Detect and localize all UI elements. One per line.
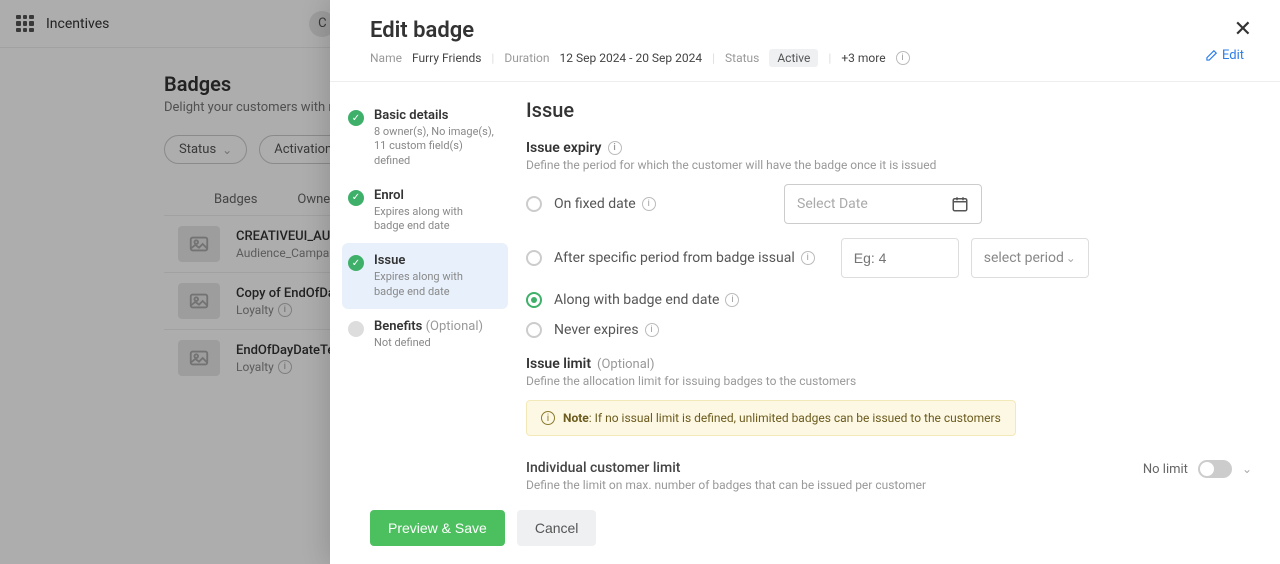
check-icon [348,110,364,126]
radio-never-expires[interactable]: Never expiresi [526,322,1252,338]
panel-header: Edit badge Name Furry Friends | Duration… [330,0,1280,82]
meta-duration-value: 12 Sep 2024 - 20 Sep 2024 [560,51,703,65]
individual-limit-desc: Define the limit on max. number of badge… [526,478,926,492]
step-enrol[interactable]: EnrolExpires along with badge end date [342,178,508,244]
check-icon [348,255,364,271]
meta-row: Name Furry Friends | Duration 12 Sep 202… [370,49,1240,67]
note-box: i Note: If no issual limit is defined, u… [526,400,1016,436]
individual-limit-toggle[interactable] [1198,460,1232,478]
edit-link[interactable]: Edit [1204,48,1244,63]
meta-duration-label: Duration [504,51,549,65]
info-icon[interactable]: i [608,141,622,155]
meta-name-label: Name [370,51,402,65]
info-icon[interactable]: i [645,323,659,337]
radio-input[interactable] [526,292,542,308]
step-issue[interactable]: IssueExpires along with badge end date [342,243,508,309]
step-benefits[interactable]: Benefits (Optional)Not defined [342,309,508,360]
period-number-input[interactable] [841,238,959,278]
radio-input[interactable] [526,250,542,266]
calendar-icon [951,195,969,213]
info-icon[interactable]: i [725,293,739,307]
step-basic-details[interactable]: Basic details8 owner(s), No image(s), 11… [342,98,508,178]
section-heading: Issue [526,98,1252,122]
info-icon[interactable]: i [642,197,656,211]
period-unit-select[interactable]: select period⌄ [971,238,1089,278]
radio-after-period[interactable]: After specific period from badge issuali… [526,238,1252,278]
status-badge: Active [769,49,818,67]
meta-status-label: Status [725,51,759,65]
main-form: Issue Issue expiry i Define the period fo… [508,82,1280,496]
info-icon: i [541,411,555,425]
info-icon[interactable]: i [801,251,815,265]
panel-footer: Preview & Save Cancel [330,496,1280,564]
cancel-button[interactable]: Cancel [517,510,597,546]
issue-expiry-desc: Define the period for which the customer… [526,158,1252,172]
no-limit-label: No limit [1143,462,1188,477]
edit-badge-panel: Edit badge Name Furry Friends | Duration… [330,0,1280,564]
pending-icon [348,321,364,337]
radio-input[interactable] [526,196,542,212]
panel-body: Basic details8 owner(s), No image(s), 11… [330,82,1280,496]
issue-limit-label: Issue limit [526,356,591,372]
issue-expiry-block: Issue expiry i Define the period for whic… [526,140,1252,338]
radio-along-end-date[interactable]: Along with badge end datei [526,292,1252,308]
step-nav: Basic details8 owner(s), No image(s), 11… [330,82,508,496]
radio-input[interactable] [526,322,542,338]
panel-title: Edit badge [370,18,1240,43]
issue-expiry-label: Issue expiry [526,140,602,156]
close-button[interactable]: ✕ [1234,16,1252,42]
date-picker[interactable]: Select Date [784,184,982,224]
preview-save-button[interactable]: Preview & Save [370,510,505,546]
chevron-down-icon[interactable]: ⌄ [1242,462,1252,476]
info-icon[interactable]: i [896,51,910,65]
issue-limit-block: Issue limit (Optional) Define the alloca… [526,356,1252,436]
issue-limit-desc: Define the allocation limit for issuing … [526,374,1252,388]
meta-more[interactable]: +3 more [841,51,885,65]
meta-name-value: Furry Friends [412,51,481,65]
radio-fixed-date[interactable]: On fixed datei Select Date [526,184,1252,224]
individual-limit-row: Individual customer limit Define the lim… [526,454,1252,496]
individual-limit-title: Individual customer limit [526,460,926,476]
chevron-down-icon: ⌄ [1066,251,1076,265]
pencil-icon [1204,49,1218,63]
check-icon [348,190,364,206]
